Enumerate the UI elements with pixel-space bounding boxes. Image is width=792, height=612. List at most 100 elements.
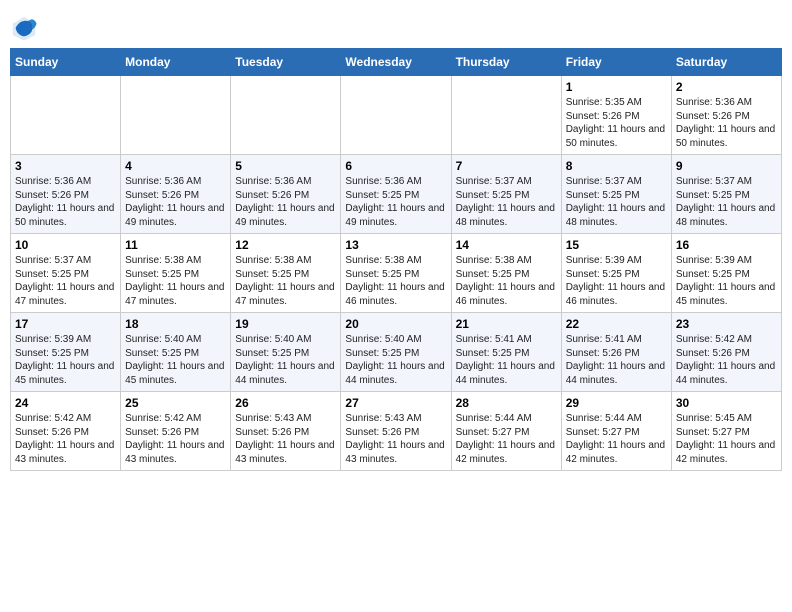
weekday-header-wednesday: Wednesday: [341, 49, 451, 76]
day-info: Sunrise: 5:37 AMSunset: 5:25 PMDaylight:…: [566, 175, 667, 229]
calendar-week-5: 24 Sunrise: 5:42 AMSunset: 5:26 PMDayligh…: [11, 392, 782, 471]
day-number: 15: [566, 238, 667, 252]
day-info: Sunrise: 5:42 AMSunset: 5:26 PMDaylight:…: [676, 333, 777, 387]
calendar-week-4: 17 Sunrise: 5:39 AMSunset: 5:25 PMDayligh…: [11, 313, 782, 392]
calendar-cell: 26 Sunrise: 5:43 AMSunset: 5:26 PMDayligh…: [231, 392, 341, 471]
calendar-cell: 9Sunrise: 5:37 AMSunset: 5:25 PMDaylight…: [671, 155, 781, 234]
calendar-cell: 27 Sunrise: 5:43 AMSunset: 5:26 PMDayligh…: [341, 392, 451, 471]
calendar-cell: 19 Sunrise: 5:40 AMSunset: 5:25 PMDayligh…: [231, 313, 341, 392]
day-info: Sunrise: 5:42 AMSunset: 5:26 PMDaylight:…: [15, 412, 116, 466]
day-info: Sunrise: 5:45 AMSunset: 5:27 PMDaylight:…: [676, 412, 777, 466]
weekday-header-monday: Monday: [121, 49, 231, 76]
day-info: Sunrise: 5:38 AMSunset: 5:25 PMDaylight:…: [456, 254, 557, 308]
day-number: 27: [345, 396, 446, 410]
calendar-cell: 22Sunrise: 5:41 AMSunset: 5:26 PMDayligh…: [561, 313, 671, 392]
day-info: Sunrise: 5:43 AMSunset: 5:26 PMDaylight:…: [235, 412, 336, 466]
day-number: 29: [566, 396, 667, 410]
calendar-cell: [341, 76, 451, 155]
day-number: 23: [676, 317, 777, 331]
day-info: Sunrise: 5:43 AMSunset: 5:26 PMDaylight:…: [345, 412, 446, 466]
day-info: Sunrise: 5:40 AMSunset: 5:25 PMDaylight:…: [125, 333, 226, 387]
logo: [10, 14, 42, 42]
calendar-cell: 23 Sunrise: 5:42 AMSunset: 5:26 PMDayligh…: [671, 313, 781, 392]
weekday-header-tuesday: Tuesday: [231, 49, 341, 76]
day-number: 7: [456, 159, 557, 173]
day-number: 30: [676, 396, 777, 410]
calendar-cell: 4 Sunrise: 5:36 AMSunset: 5:26 PMDaylight…: [121, 155, 231, 234]
day-info: Sunrise: 5:39 AMSunset: 5:25 PMDaylight:…: [676, 254, 777, 308]
calendar-cell: [231, 76, 341, 155]
day-number: 11: [125, 238, 226, 252]
day-number: 16: [676, 238, 777, 252]
day-info: Sunrise: 5:41 AMSunset: 5:25 PMDaylight:…: [456, 333, 557, 387]
day-number: 2: [676, 80, 777, 94]
calendar-cell: 14 Sunrise: 5:38 AMSunset: 5:25 PMDayligh…: [451, 234, 561, 313]
day-info: Sunrise: 5:39 AMSunset: 5:25 PMDaylight:…: [566, 254, 667, 308]
day-number: 26: [235, 396, 336, 410]
day-number: 4: [125, 159, 226, 173]
day-number: 10: [15, 238, 116, 252]
calendar-cell: 21 Sunrise: 5:41 AMSunset: 5:25 PMDayligh…: [451, 313, 561, 392]
logo-icon: [10, 14, 38, 42]
day-info: Sunrise: 5:36 AMSunset: 5:25 PMDaylight:…: [345, 175, 446, 229]
day-info: Sunrise: 5:35 AMSunset: 5:26 PMDaylight:…: [566, 96, 667, 150]
calendar-cell: 18 Sunrise: 5:40 AMSunset: 5:25 PMDayligh…: [121, 313, 231, 392]
day-info: Sunrise: 5:39 AMSunset: 5:25 PMDaylight:…: [15, 333, 116, 387]
calendar-header: SundayMondayTuesdayWednesdayThursdayFrid…: [11, 49, 782, 76]
calendar-cell: 20 Sunrise: 5:40 AMSunset: 5:25 PMDayligh…: [341, 313, 451, 392]
day-info: Sunrise: 5:38 AMSunset: 5:25 PMDaylight:…: [125, 254, 226, 308]
weekday-header-saturday: Saturday: [671, 49, 781, 76]
calendar-cell: 7 Sunrise: 5:37 AMSunset: 5:25 PMDaylight…: [451, 155, 561, 234]
calendar-cell: 2 Sunrise: 5:36 AMSunset: 5:26 PMDaylight…: [671, 76, 781, 155]
day-info: Sunrise: 5:41 AMSunset: 5:26 PMDaylight:…: [566, 333, 667, 387]
day-number: 14: [456, 238, 557, 252]
calendar-cell: 6Sunrise: 5:36 AMSunset: 5:25 PMDaylight…: [341, 155, 451, 234]
day-info: Sunrise: 5:40 AMSunset: 5:25 PMDaylight:…: [345, 333, 446, 387]
calendar-cell: [11, 76, 121, 155]
day-number: 18: [125, 317, 226, 331]
day-number: 21: [456, 317, 557, 331]
day-info: Sunrise: 5:38 AMSunset: 5:25 PMDaylight:…: [345, 254, 446, 308]
weekday-header-sunday: Sunday: [11, 49, 121, 76]
calendar-cell: 30 Sunrise: 5:45 AMSunset: 5:27 PMDayligh…: [671, 392, 781, 471]
day-info: Sunrise: 5:37 AMSunset: 5:25 PMDaylight:…: [676, 175, 777, 229]
day-number: 25: [125, 396, 226, 410]
weekday-header-row: SundayMondayTuesdayWednesdayThursdayFrid…: [11, 49, 782, 76]
calendar-cell: 12Sunrise: 5:38 AMSunset: 5:25 PMDayligh…: [231, 234, 341, 313]
day-info: Sunrise: 5:40 AMSunset: 5:25 PMDaylight:…: [235, 333, 336, 387]
day-number: 1: [566, 80, 667, 94]
weekday-header-friday: Friday: [561, 49, 671, 76]
day-number: 19: [235, 317, 336, 331]
day-number: 8: [566, 159, 667, 173]
day-info: Sunrise: 5:37 AMSunset: 5:25 PMDaylight:…: [456, 175, 557, 229]
calendar-week-1: 1 Sunrise: 5:35 AMSunset: 5:26 PMDaylight…: [11, 76, 782, 155]
day-info: Sunrise: 5:36 AMSunset: 5:26 PMDaylight:…: [676, 96, 777, 150]
day-info: Sunrise: 5:37 AMSunset: 5:25 PMDaylight:…: [15, 254, 116, 308]
calendar-cell: 11 Sunrise: 5:38 AMSunset: 5:25 PMDayligh…: [121, 234, 231, 313]
day-number: 28: [456, 396, 557, 410]
calendar-cell: 13 Sunrise: 5:38 AMSunset: 5:25 PMDayligh…: [341, 234, 451, 313]
day-number: 17: [15, 317, 116, 331]
calendar-cell: 17 Sunrise: 5:39 AMSunset: 5:25 PMDayligh…: [11, 313, 121, 392]
day-number: 20: [345, 317, 446, 331]
weekday-header-thursday: Thursday: [451, 49, 561, 76]
day-info: Sunrise: 5:44 AMSunset: 5:27 PMDaylight:…: [456, 412, 557, 466]
day-info: Sunrise: 5:38 AMSunset: 5:25 PMDaylight:…: [235, 254, 336, 308]
day-info: Sunrise: 5:44 AMSunset: 5:27 PMDaylight:…: [566, 412, 667, 466]
calendar-cell: 1 Sunrise: 5:35 AMSunset: 5:26 PMDaylight…: [561, 76, 671, 155]
calendar-cell: 3Sunrise: 5:36 AMSunset: 5:26 PMDaylight…: [11, 155, 121, 234]
day-info: Sunrise: 5:42 AMSunset: 5:26 PMDaylight:…: [125, 412, 226, 466]
calendar-week-3: 10 Sunrise: 5:37 AMSunset: 5:25 PMDayligh…: [11, 234, 782, 313]
day-info: Sunrise: 5:36 AMSunset: 5:26 PMDaylight:…: [125, 175, 226, 229]
day-info: Sunrise: 5:36 AMSunset: 5:26 PMDaylight:…: [15, 175, 116, 229]
calendar-cell: 25 Sunrise: 5:42 AMSunset: 5:26 PMDayligh…: [121, 392, 231, 471]
day-info: Sunrise: 5:36 AMSunset: 5:26 PMDaylight:…: [235, 175, 336, 229]
calendar-cell: 28 Sunrise: 5:44 AMSunset: 5:27 PMDayligh…: [451, 392, 561, 471]
calendar-cell: 16 Sunrise: 5:39 AMSunset: 5:25 PMDayligh…: [671, 234, 781, 313]
day-number: 24: [15, 396, 116, 410]
day-number: 13: [345, 238, 446, 252]
calendar-cell: [121, 76, 231, 155]
calendar-cell: 8 Sunrise: 5:37 AMSunset: 5:25 PMDaylight…: [561, 155, 671, 234]
calendar-cell: 29 Sunrise: 5:44 AMSunset: 5:27 PMDayligh…: [561, 392, 671, 471]
calendar-cell: 15 Sunrise: 5:39 AMSunset: 5:25 PMDayligh…: [561, 234, 671, 313]
